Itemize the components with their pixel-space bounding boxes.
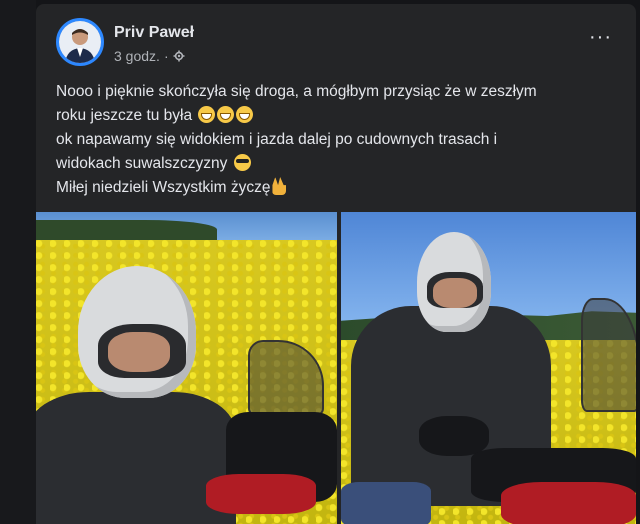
post-line: widokach suwalszczyzny	[56, 152, 616, 176]
motorcycle-tank	[206, 474, 316, 514]
gear-icon[interactable]	[173, 50, 185, 62]
post-line-text: Miłej niedzieli Wszystkim życzę	[56, 179, 271, 196]
post-line: ok napawamy się widokiem i jazda dalej p…	[56, 128, 616, 152]
post-line-text: Nooo i pięknie skończyła się droga, a mó…	[56, 83, 537, 100]
post-line-text: widokach suwalszczyzny	[56, 155, 228, 172]
post-line: roku jeszcze tu była	[56, 104, 616, 128]
rider-gloves	[419, 416, 489, 456]
post-line: Miłej niedzieli Wszystkim życzę	[56, 176, 616, 200]
post-line: Nooo i pięknie skończyła się droga, a mó…	[56, 80, 616, 104]
more-options-button[interactable]: ···	[589, 26, 612, 49]
rider-face	[108, 332, 170, 372]
sunglasses-emoji-icon	[233, 154, 251, 171]
left-gutter	[0, 0, 36, 524]
grinning-emoji-icon	[198, 106, 216, 123]
avatar-photo	[59, 21, 101, 63]
post-photo-1[interactable]	[36, 212, 337, 524]
author-name[interactable]: Priv Paweł	[114, 24, 194, 42]
victory-hand-emoji-icon	[272, 177, 287, 195]
grinning-emoji-icon	[236, 106, 254, 123]
post-photo-2[interactable]	[341, 212, 636, 524]
grinning-emoji-icon	[217, 106, 235, 123]
motorcycle-fairing	[501, 482, 636, 524]
post-text: Nooo i pięknie skończyła się droga, a mó…	[56, 80, 616, 200]
post-line-text: roku jeszcze tu była	[56, 107, 193, 124]
author-avatar[interactable]	[56, 18, 104, 66]
meta-separator: ·	[163, 48, 169, 64]
post-meta: 3 godz. ·	[114, 48, 185, 64]
motorcycle-windshield	[581, 298, 636, 412]
post-card: Priv Paweł 3 godz. · ··· Nooo i pięknie …	[36, 4, 636, 524]
rider-face	[433, 278, 477, 308]
rider-jeans	[341, 482, 431, 524]
post-time[interactable]: 3 godz.	[114, 48, 160, 64]
post-line-text: ok napawamy się widokiem i jazda dalej p…	[56, 131, 498, 148]
